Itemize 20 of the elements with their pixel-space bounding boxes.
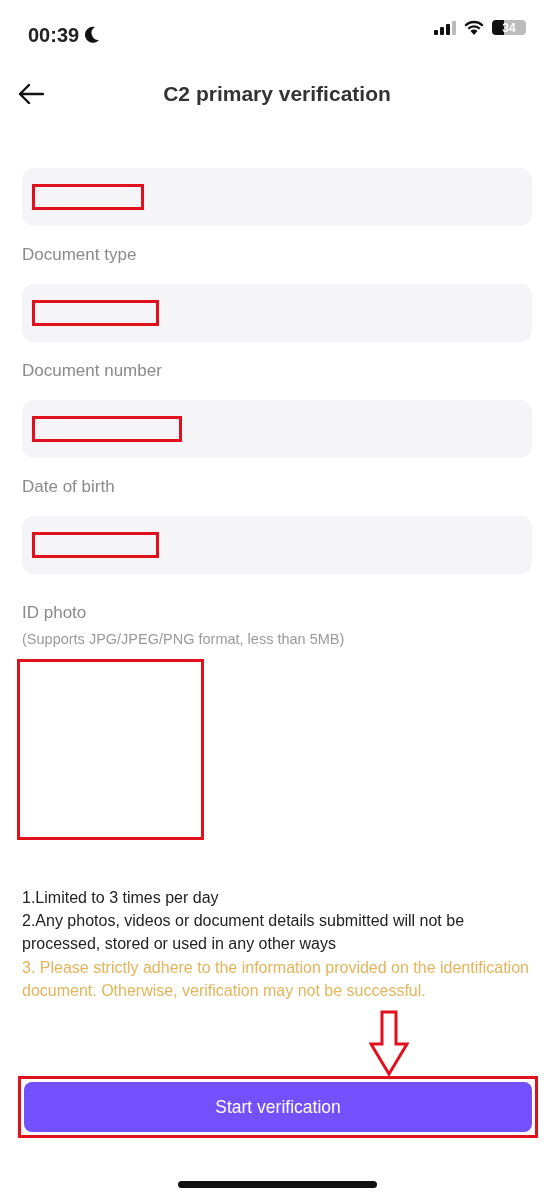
field-label: ID photo xyxy=(22,604,88,621)
moon-icon xyxy=(83,26,101,44)
input-field[interactable] xyxy=(22,168,532,226)
note-text: 3. Please strictly adhere to the information provided on the identification document. Otherwise, verification may not be successful. xyxy=(22,957,530,1001)
input-field[interactable] xyxy=(22,400,532,458)
hint-text: (Supports JPG/JPEG/PNG format, less than 5MB) xyxy=(22,630,346,649)
start-verification-button[interactable]: Start verification xyxy=(24,1082,532,1133)
photo-upload-area[interactable] xyxy=(17,658,204,840)
status-time: 00:39 xyxy=(28,23,80,48)
field-label: Document type xyxy=(22,244,138,266)
wifi-icon xyxy=(464,20,484,35)
input-field[interactable] xyxy=(22,284,532,342)
field-label: Date of birth xyxy=(22,476,116,498)
field-label: Document number xyxy=(22,360,163,382)
back-icon[interactable] xyxy=(18,84,44,104)
note-text: 2.Any photos, videos or document details submitted will not be processed, stored or used in any other ways xyxy=(22,911,466,955)
note-text: 1.Limited to 3 times per day xyxy=(22,887,220,908)
input-field[interactable] xyxy=(22,516,532,574)
signal-icon xyxy=(434,20,456,35)
page-title: C2 primary verification xyxy=(163,81,391,108)
